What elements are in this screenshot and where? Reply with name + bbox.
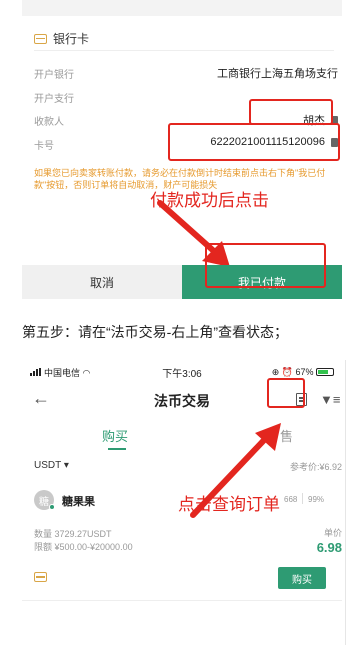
annotation-box-card xyxy=(168,123,340,161)
field-value-bank: 工商银行上海五角场支行 xyxy=(217,68,338,80)
annotation-box-order-icon xyxy=(267,378,305,408)
cancel-button[interactable]: 取消 xyxy=(22,265,182,299)
unit-price-label: 单价 xyxy=(323,528,342,538)
merchant-completion-rate: 99% xyxy=(308,495,325,504)
annotation-arrow-2 xyxy=(190,423,281,518)
battery-icon xyxy=(316,368,334,377)
annotation-box-payee xyxy=(249,99,333,125)
listing-details: 数量 3729.27USDT 限额 ¥500.00-¥20000.00 xyxy=(34,528,133,554)
field-label-card-number: 卡号 xyxy=(34,141,54,152)
tab-buy[interactable]: 购买 xyxy=(102,426,128,445)
buy-button[interactable]: 购买 xyxy=(278,567,326,589)
field-label-branch: 开户支行 xyxy=(34,94,74,105)
filter-icon[interactable]: ▼≡ xyxy=(320,392,340,407)
tab-active-indicator xyxy=(108,448,126,450)
bank-card-icon xyxy=(34,572,47,582)
bank-card-title: 银行卡 xyxy=(53,32,90,46)
annotation-box-paid xyxy=(205,243,326,288)
field-label-bank: 开户银行 xyxy=(34,70,74,81)
online-status-dot xyxy=(49,504,55,510)
divider xyxy=(345,360,346,645)
coin-select[interactable]: USDT ▾ xyxy=(34,460,69,471)
listing-limit: 限额 ¥500.00-¥20000.00 xyxy=(34,542,133,552)
listing-quantity: 数量 3729.27USDT xyxy=(34,529,112,539)
reference-price: 参考价:¥6.92 xyxy=(289,462,342,472)
divider xyxy=(22,600,342,601)
step-five-text: 第五步：请在“法币交易-右上角”查看状态； xyxy=(22,324,288,340)
divider xyxy=(34,50,334,51)
field-label-payee: 收款人 xyxy=(34,117,64,128)
unit-price: 6.98 xyxy=(316,540,342,555)
top-strip xyxy=(22,0,342,16)
stat-divider xyxy=(302,493,303,504)
bank-card-icon xyxy=(34,33,47,44)
merchant-name[interactable]: 糖果果 xyxy=(62,493,95,509)
bank-card-header: 银行卡 xyxy=(34,30,89,47)
